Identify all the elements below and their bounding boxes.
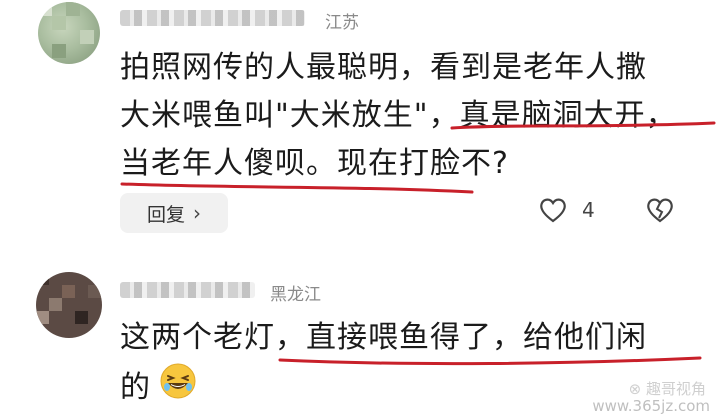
reply-button[interactable]: 回复 › (120, 193, 228, 233)
comment-text-line: 这两个老灯，直接喂鱼得了，给他们闲 (120, 320, 647, 355)
comment-text-line: 拍照网传的人最聪明，看到是老年人撒 (120, 50, 647, 85)
laughing-emoji-icon (160, 363, 196, 399)
broken-heart-icon (647, 198, 673, 223)
comment-text-line: 的 (120, 370, 151, 405)
username-blurred[interactable] (120, 282, 255, 298)
reply-button-label: 回复 (146, 203, 185, 226)
avatar[interactable] (38, 2, 100, 64)
red-underline (278, 356, 702, 366)
username-blurred[interactable] (120, 10, 305, 26)
like-count: 4 (582, 198, 595, 222)
comment-1: 江苏 拍照网传的人最聪明，看到是老年人撒 大米喂鱼叫"大米放生"，真是脑洞大开，… (0, 0, 720, 260)
location-label: 黑龙江 (270, 285, 321, 305)
watermark-url: www.365jz.com (592, 397, 710, 415)
reply-chevron-icon: › (193, 201, 201, 225)
watermark: ⊗ 趣哥视角 (628, 380, 706, 398)
avatar[interactable] (36, 272, 102, 338)
like-button[interactable]: 4 (538, 196, 595, 224)
dislike-button[interactable] (645, 196, 675, 228)
heart-like-icon (540, 198, 566, 223)
comment-2: 黑龙江 这两个老灯，直接喂鱼得了，给他们闲 的 (0, 262, 720, 417)
comment-text-line: 大米喂鱼叫"大米放生"，真是脑洞大开， (120, 98, 677, 133)
location-label: 江苏 (325, 13, 359, 33)
comment-text-line: 当老年人傻呗。现在打脸不? (120, 146, 509, 181)
